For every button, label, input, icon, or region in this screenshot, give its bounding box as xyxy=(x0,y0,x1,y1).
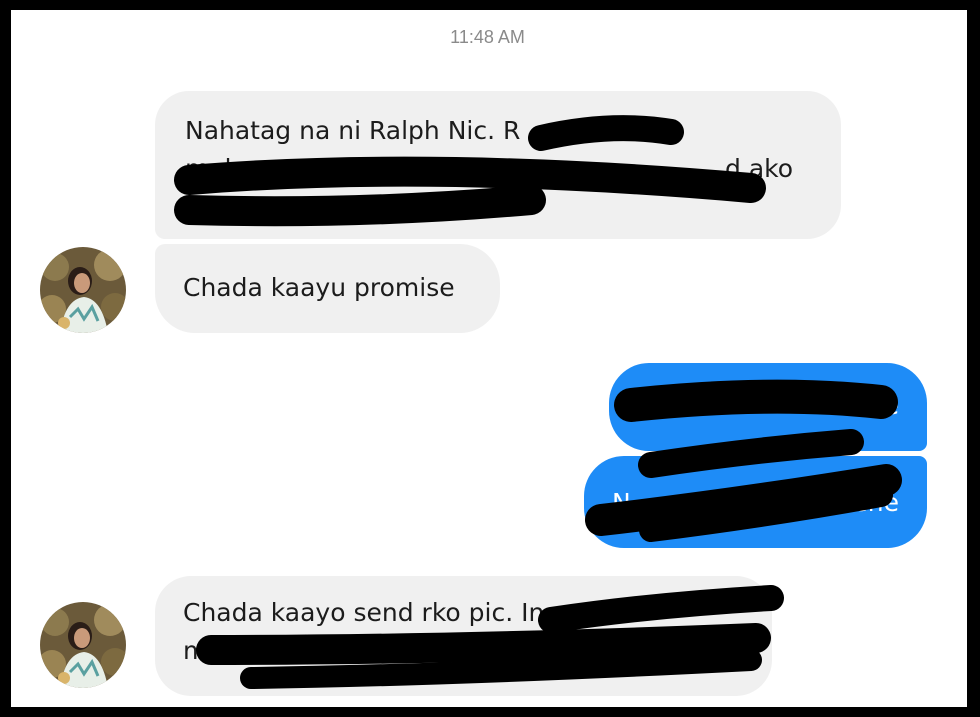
message-text: mak xyxy=(185,154,240,183)
sent-message-bubble[interactable]: e xyxy=(609,363,927,451)
avatar-photo-icon xyxy=(40,247,126,333)
message-text: N xyxy=(612,488,631,517)
received-message-bubble[interactable]: Nahatag na ni Ralph Nic. R mak d ako I xyxy=(155,91,841,239)
sent-message-bubble[interactable]: N hene xyxy=(584,456,927,548)
message-text: d ako xyxy=(725,154,794,183)
message-text: I xyxy=(185,192,193,221)
message-text: Chada kaayo send rko pic. In xyxy=(183,598,545,627)
received-message-bubble[interactable]: Chada kaayo send rko pic. In m D o xyxy=(155,576,772,696)
message-timestamp: 11:48 AM xyxy=(450,27,525,47)
message-text: Chada kaayu promise xyxy=(183,273,455,302)
message-text: D xyxy=(418,636,438,665)
avatar-photo-icon xyxy=(40,602,126,688)
contact-avatar[interactable] xyxy=(40,602,126,688)
received-message-bubble[interactable]: Chada kaayu promise xyxy=(155,244,500,333)
message-text: m xyxy=(183,636,208,665)
message-text: e xyxy=(883,391,899,420)
contact-avatar[interactable] xyxy=(40,247,126,333)
message-text: hene xyxy=(836,488,899,517)
chat-thread[interactable]: 11:48 AM Nahatag na ni Ralph Nic. R mak … xyxy=(11,10,967,707)
message-text: Nahatag na ni Ralph Nic. R xyxy=(185,116,521,145)
message-text: o xyxy=(713,636,729,665)
